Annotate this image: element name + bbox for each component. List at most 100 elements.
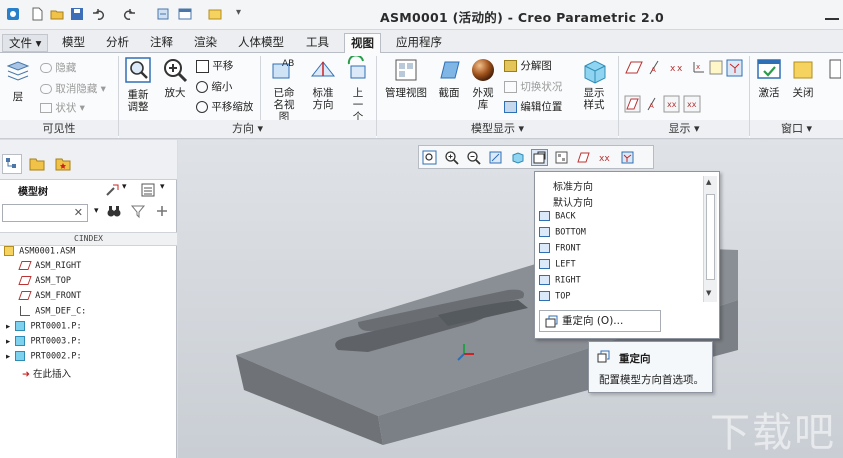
tree-item-asm-front[interactable]: ASM_FRONT [18,291,81,301]
close-window-icon[interactable] [208,7,222,21]
tab-tools[interactable]: 工具 [300,33,335,53]
windows-icon[interactable] [178,7,192,21]
tree-item-asm-def-csys[interactable]: ASM_DEF_C: [20,306,86,317]
tree-item-insert-here[interactable]: ➜ 在此插入 [22,366,71,380]
expand-arrow-icon[interactable]: ▶ [6,353,10,361]
tree-item-prt0003[interactable]: ▶ PRT0003.P: [6,336,82,347]
close-button[interactable]: 关闭 [788,56,818,99]
status-button[interactable]: 状状 ▾ [40,100,85,115]
menu-item-view-front[interactable]: FRONT [539,243,581,254]
menu-item-default-orientation[interactable]: 默认方向 [553,194,593,209]
regenerate-icon[interactable] [156,7,170,21]
customize-toolbar-icon[interactable]: ▾ [236,7,241,18]
show-options-icon[interactable] [140,182,156,198]
annotation-display-icon[interactable] [726,59,743,77]
expand-plus-icon[interactable] [154,203,170,219]
refit-view-button[interactable] [421,149,438,166]
app-icon[interactable] [6,7,20,21]
standard-orientation-button[interactable]: 标准方向 [306,56,340,111]
reorient-button[interactable]: 重定向 (O)... [539,310,661,332]
menu-item-view-right[interactable]: RIGHT [539,275,581,286]
edit-position-button[interactable]: 编辑位置 [504,99,562,114]
undo-icon[interactable] [92,7,106,21]
window-extra-button[interactable] [826,56,842,87]
pan-button[interactable]: 平移 [196,58,233,73]
group-window[interactable]: 窗口 ▾ [750,120,843,138]
zoom-out-button[interactable]: 缩小 [196,79,232,94]
save-icon[interactable] [70,7,84,21]
clear-search-icon[interactable]: ✕ [74,206,83,219]
menu-scrollbar[interactable]: ▲ ▼ [703,176,717,302]
refit-button[interactable]: 重新调整 [122,56,154,113]
folder-browser-tab[interactable] [28,154,48,174]
tab-file[interactable]: 文件 ▾ [2,34,49,52]
plane-display-icon[interactable] [625,61,643,74]
search-dropdown-icon[interactable]: ▾ [94,206,99,216]
display-style-view-button[interactable] [509,149,526,166]
open-folder-icon[interactable] [50,7,64,21]
minimize-button[interactable] [825,6,839,20]
previous-view-button[interactable]: 上一个 [344,54,372,123]
redo-icon[interactable] [122,7,136,21]
tab-annotate[interactable]: 注释 [144,33,179,53]
csys-display-icon[interactable]: x [693,62,704,73]
appearance-gallery-button[interactable]: 外观库 [468,56,498,111]
menu-item-view-bottom[interactable]: BOTTOM [539,227,586,238]
model-tree-tab[interactable] [2,154,22,174]
tree-item-asm-right[interactable]: ASM_RIGHT [18,261,81,271]
filter-icon[interactable] [130,203,146,219]
tree-search-input[interactable]: ✕ [2,204,88,222]
point-display-icon[interactable]: xx [670,64,683,74]
scroll-down-icon[interactable]: ▼ [706,289,711,297]
plane-display-view-button[interactable] [575,149,592,166]
tree-item-asm0001[interactable]: ASM0001.ASM [4,246,75,257]
tree-item-prt0002[interactable]: ▶ PRT0002.P: [6,351,82,362]
layer-button[interactable]: 层 [4,58,32,103]
toggle-status-button[interactable]: 切换状况 [504,79,562,94]
named-views-button[interactable]: AB 已命名视图 [266,56,302,123]
explode-view-button[interactable]: 分解图 [504,58,552,73]
favorites-tab[interactable] [54,154,74,174]
menu-item-view-top[interactable]: TOP [539,291,570,302]
zoom-in-button[interactable]: 放大 [160,56,190,99]
group-visibility[interactable]: 可见性 [0,120,118,138]
manage-views-button[interactable]: 管理视图 [384,56,428,99]
tree-item-asm-top[interactable]: ASM_TOP [18,276,71,286]
pan-zoom-button[interactable]: 平移缩放 [196,99,253,114]
tree-item-prt0001[interactable]: ▶ PRT0001.P: [6,321,82,332]
zoom-out-view-button[interactable] [465,149,482,166]
menu-item-view-back[interactable]: BACK [539,211,576,222]
saved-orientations-button[interactable] [531,149,548,166]
csys-tag-icon[interactable]: xx [683,95,701,113]
tree-settings-icon[interactable] [104,182,120,198]
menu-item-standard-orientation[interactable]: 标准方向 [553,178,593,193]
find-binoculars-icon[interactable] [106,203,122,219]
show-options-dropdown-icon[interactable]: ▾ [160,182,165,192]
plane-tag-icon[interactable] [624,95,641,113]
tab-applications[interactable]: 应用程序 [390,33,448,53]
point-tag-icon[interactable]: xx [663,95,680,113]
scroll-up-icon[interactable]: ▲ [706,178,711,186]
repaint-button[interactable] [487,149,504,166]
hide-button[interactable]: 隐藏 [40,60,76,75]
csys-display-view-button[interactable] [619,149,636,166]
tree-settings-dropdown-icon[interactable]: ▾ [122,182,127,192]
expand-arrow-icon[interactable]: ▶ [6,338,10,346]
zoom-in-view-button[interactable] [443,149,460,166]
display-style-button[interactable]: 显示样式 [574,56,614,111]
group-model-display[interactable]: 模型显示 ▾ [377,120,618,138]
expand-arrow-icon[interactable]: ▶ [6,323,10,331]
point-display-view-button[interactable]: xx [597,149,614,166]
menu-item-view-left[interactable]: LEFT [539,259,576,270]
spin-center-icon[interactable] [709,60,723,75]
tab-model[interactable]: 模型 [56,33,91,53]
section-button[interactable]: 截面 [434,56,464,99]
scrollbar-thumb[interactable] [706,194,715,280]
group-orientation[interactable]: 方向 ▾ [119,120,376,138]
group-display[interactable]: 显示 ▾ [619,120,749,138]
unhide-button[interactable]: 取消隐藏 ▾ [40,81,106,96]
axis-display-icon[interactable]: A [649,60,659,75]
tab-analysis[interactable]: 分析 [100,33,135,53]
activate-button[interactable]: 激活 [754,56,784,99]
view-manager-button[interactable] [553,149,570,166]
